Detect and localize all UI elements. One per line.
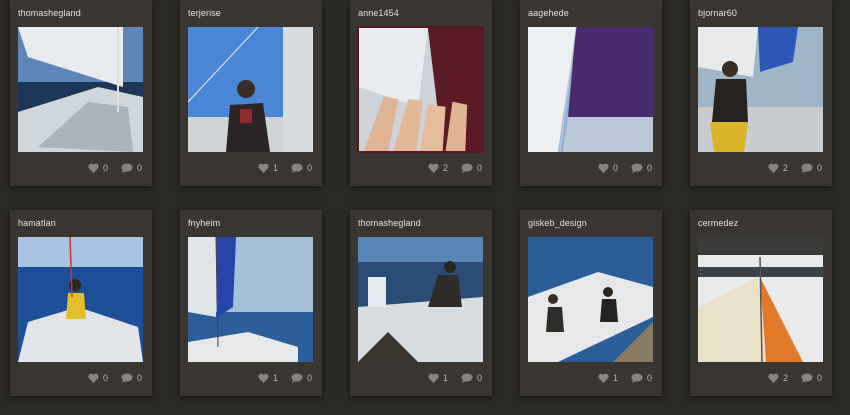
heart-icon[interactable] (768, 163, 779, 173)
photo-thumbnail[interactable] (18, 237, 143, 362)
like-count: 0 (102, 373, 108, 383)
username-link[interactable]: bjornar60 (698, 8, 737, 18)
comment-count: 0 (136, 373, 142, 383)
like-count: 2 (782, 163, 788, 173)
like-count: 0 (102, 163, 108, 173)
heart-icon[interactable] (88, 373, 99, 383)
photo-card: thomashegland 1 0 (350, 210, 492, 396)
comment-count: 0 (306, 373, 312, 383)
photo-thumbnail[interactable] (698, 237, 823, 362)
comment-icon[interactable] (121, 373, 133, 383)
photo-stats: 2 0 (428, 163, 482, 173)
heart-icon[interactable] (428, 163, 439, 173)
photo-thumbnail[interactable] (18, 27, 143, 152)
photo-thumbnail[interactable] (698, 27, 823, 152)
like-count: 1 (272, 373, 278, 383)
photo-stats: 1 0 (428, 373, 482, 383)
photo-thumbnail[interactable] (528, 27, 653, 152)
photo-card: bjornar60 2 0 (690, 0, 832, 186)
photo-card: fnyheim 1 0 (180, 210, 322, 396)
photo-card: terjerise 1 0 (180, 0, 322, 186)
photo-thumbnail[interactable] (188, 27, 313, 152)
username-link[interactable]: terjerise (188, 8, 221, 18)
heart-icon[interactable] (258, 373, 269, 383)
comment-count: 0 (646, 373, 652, 383)
photo-stats: 0 0 (598, 163, 652, 173)
heart-icon[interactable] (768, 373, 779, 383)
photo-thumbnail[interactable] (188, 237, 313, 362)
comment-icon[interactable] (291, 163, 303, 173)
heart-icon[interactable] (428, 373, 439, 383)
username-link[interactable]: cermedez (698, 218, 738, 228)
heart-icon[interactable] (88, 163, 99, 173)
photo-thumbnail[interactable] (528, 237, 653, 362)
username-link[interactable]: thomashegland (18, 8, 81, 18)
comment-count: 0 (646, 163, 652, 173)
photo-stats: 0 0 (88, 373, 142, 383)
photo-stats: 1 0 (258, 163, 312, 173)
comment-count: 0 (816, 163, 822, 173)
comment-count: 0 (476, 163, 482, 173)
comment-icon[interactable] (801, 163, 813, 173)
username-link[interactable]: hamatlan (18, 218, 56, 228)
photo-thumbnail[interactable] (358, 237, 483, 362)
comment-icon[interactable] (631, 163, 643, 173)
heart-icon[interactable] (598, 163, 609, 173)
comment-icon[interactable] (801, 373, 813, 383)
photo-card: aagehede 0 0 (520, 0, 662, 186)
photo-stats: 1 0 (598, 373, 652, 383)
username-link[interactable]: giskeb_design (528, 218, 587, 228)
comment-icon[interactable] (461, 373, 473, 383)
comment-count: 0 (306, 163, 312, 173)
like-count: 2 (782, 373, 788, 383)
like-count: 1 (612, 373, 618, 383)
like-count: 0 (612, 163, 618, 173)
photo-stats: 0 0 (88, 163, 142, 173)
photo-thumbnail[interactable] (357, 26, 484, 153)
username-link[interactable]: aagehede (528, 8, 569, 18)
like-count: 1 (272, 163, 278, 173)
comment-count: 0 (136, 163, 142, 173)
comment-count: 0 (816, 373, 822, 383)
comment-count: 0 (476, 373, 482, 383)
comment-icon[interactable] (291, 373, 303, 383)
photo-card: giskeb_design 1 0 (520, 210, 662, 396)
photo-card: thomashegland 0 0 (10, 0, 152, 186)
heart-icon[interactable] (598, 373, 609, 383)
username-link[interactable]: fnyheim (188, 218, 220, 228)
like-count: 2 (442, 163, 448, 173)
photo-stats: 2 0 (768, 163, 822, 173)
username-link[interactable]: anne1454 (358, 8, 399, 18)
photo-card: anne1454 2 0 (350, 0, 492, 186)
comment-icon[interactable] (631, 373, 643, 383)
username-link[interactable]: thomashegland (358, 218, 421, 228)
photo-stats: 1 0 (258, 373, 312, 383)
comment-icon[interactable] (121, 163, 133, 173)
photo-card: cermedez 2 0 (690, 210, 832, 396)
comment-icon[interactable] (461, 163, 473, 173)
photo-stats: 2 0 (768, 373, 822, 383)
photo-grid: thomashegland 0 0 terjerise 1 0 anne1454… (0, 0, 850, 415)
photo-card: hamatlan 0 0 (10, 210, 152, 396)
like-count: 1 (442, 373, 448, 383)
heart-icon[interactable] (258, 163, 269, 173)
